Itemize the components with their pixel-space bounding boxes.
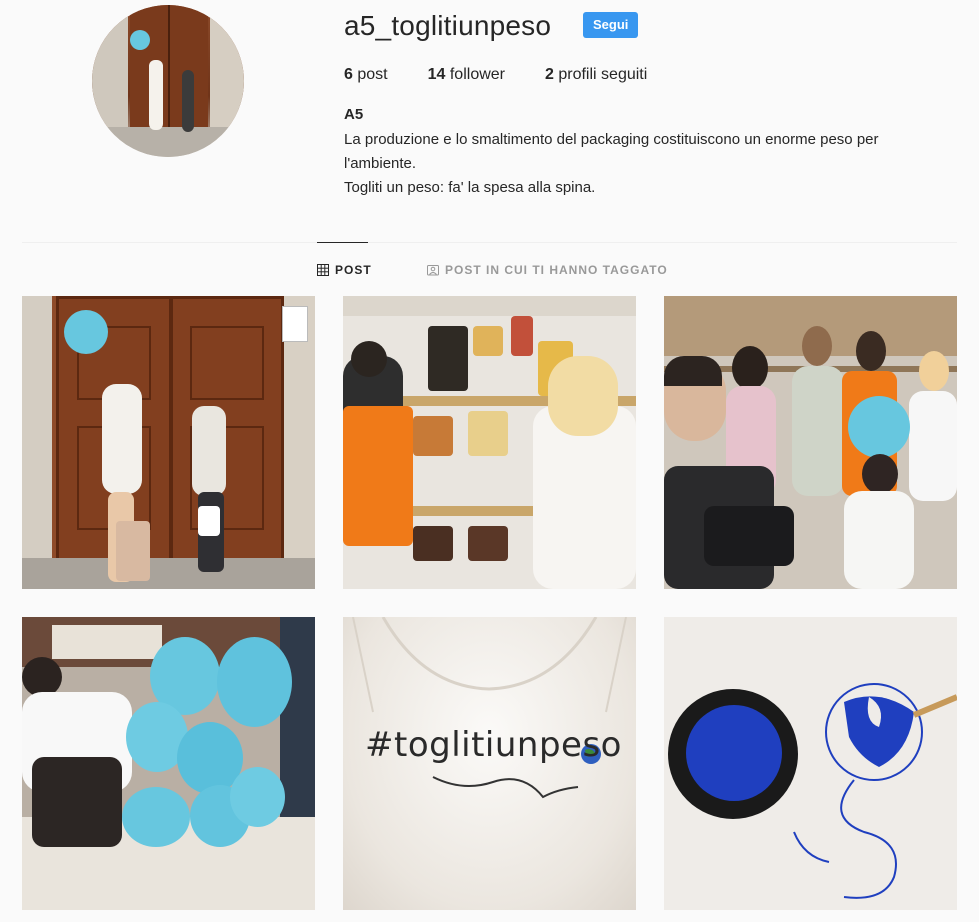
balloon-icon	[848, 396, 910, 458]
stat-followers-label: follower	[449, 66, 505, 83]
profile-full-name: A5	[344, 106, 364, 123]
post-tile-3[interactable]	[664, 296, 957, 589]
balloon-icon	[64, 310, 108, 354]
bio-line-1: La produzione e lo smaltimento del packa…	[344, 131, 879, 172]
post-tile-6[interactable]	[664, 617, 957, 910]
camera-icon	[704, 506, 794, 566]
grid-icon	[317, 264, 329, 276]
tshirt-hashtag: #toglitiunpeso	[365, 725, 622, 765]
stat-following-label: profili seguiti	[558, 66, 648, 83]
tab-tagged-label: POST IN CUI TI HANNO TAGGATO	[445, 263, 668, 277]
stat-following[interactable]: 2 profili seguiti	[545, 66, 647, 84]
tagged-icon	[427, 265, 439, 276]
profile-avatar[interactable]	[92, 5, 244, 157]
active-tab-indicator	[317, 242, 368, 243]
tab-posts[interactable]: POST	[317, 263, 372, 277]
profile-page: a5_toglitiunpeso Segui 6 post 14 followe…	[0, 0, 979, 922]
globe-drawing	[793, 683, 957, 899]
stat-followers[interactable]: 14 follower	[428, 66, 505, 84]
balloon-icon	[217, 637, 292, 727]
post-tile-5[interactable]: #toglitiunpeso	[343, 617, 636, 910]
stat-posts: 6 post	[344, 66, 388, 84]
stat-followers-count: 14	[427, 66, 446, 83]
follow-button[interactable]: Segui	[583, 12, 639, 38]
bio-line-2: Togliti un peso: fa' la spesa alla spina…	[344, 179, 596, 196]
post-tile-1[interactable]	[22, 296, 315, 589]
balloon-icon	[230, 767, 285, 827]
tab-posts-label: POST	[335, 263, 372, 277]
profile-bio: La produzione e lo smaltimento del packa…	[344, 128, 944, 200]
stat-posts-label: post	[357, 66, 388, 83]
profile-username: a5_toglitiunpeso	[344, 10, 552, 41]
tabs-divider	[22, 242, 957, 243]
post-tile-4[interactable]	[22, 617, 315, 910]
balloon-icon	[122, 787, 190, 847]
stat-following-count: 2	[545, 66, 554, 83]
post-tile-2[interactable]	[343, 296, 636, 589]
profile-stats: 6 post 14 follower 2 profili seguiti	[344, 66, 687, 84]
tab-tagged[interactable]: POST IN CUI TI HANNO TAGGATO	[427, 263, 668, 277]
stat-posts-count: 6	[344, 66, 353, 83]
